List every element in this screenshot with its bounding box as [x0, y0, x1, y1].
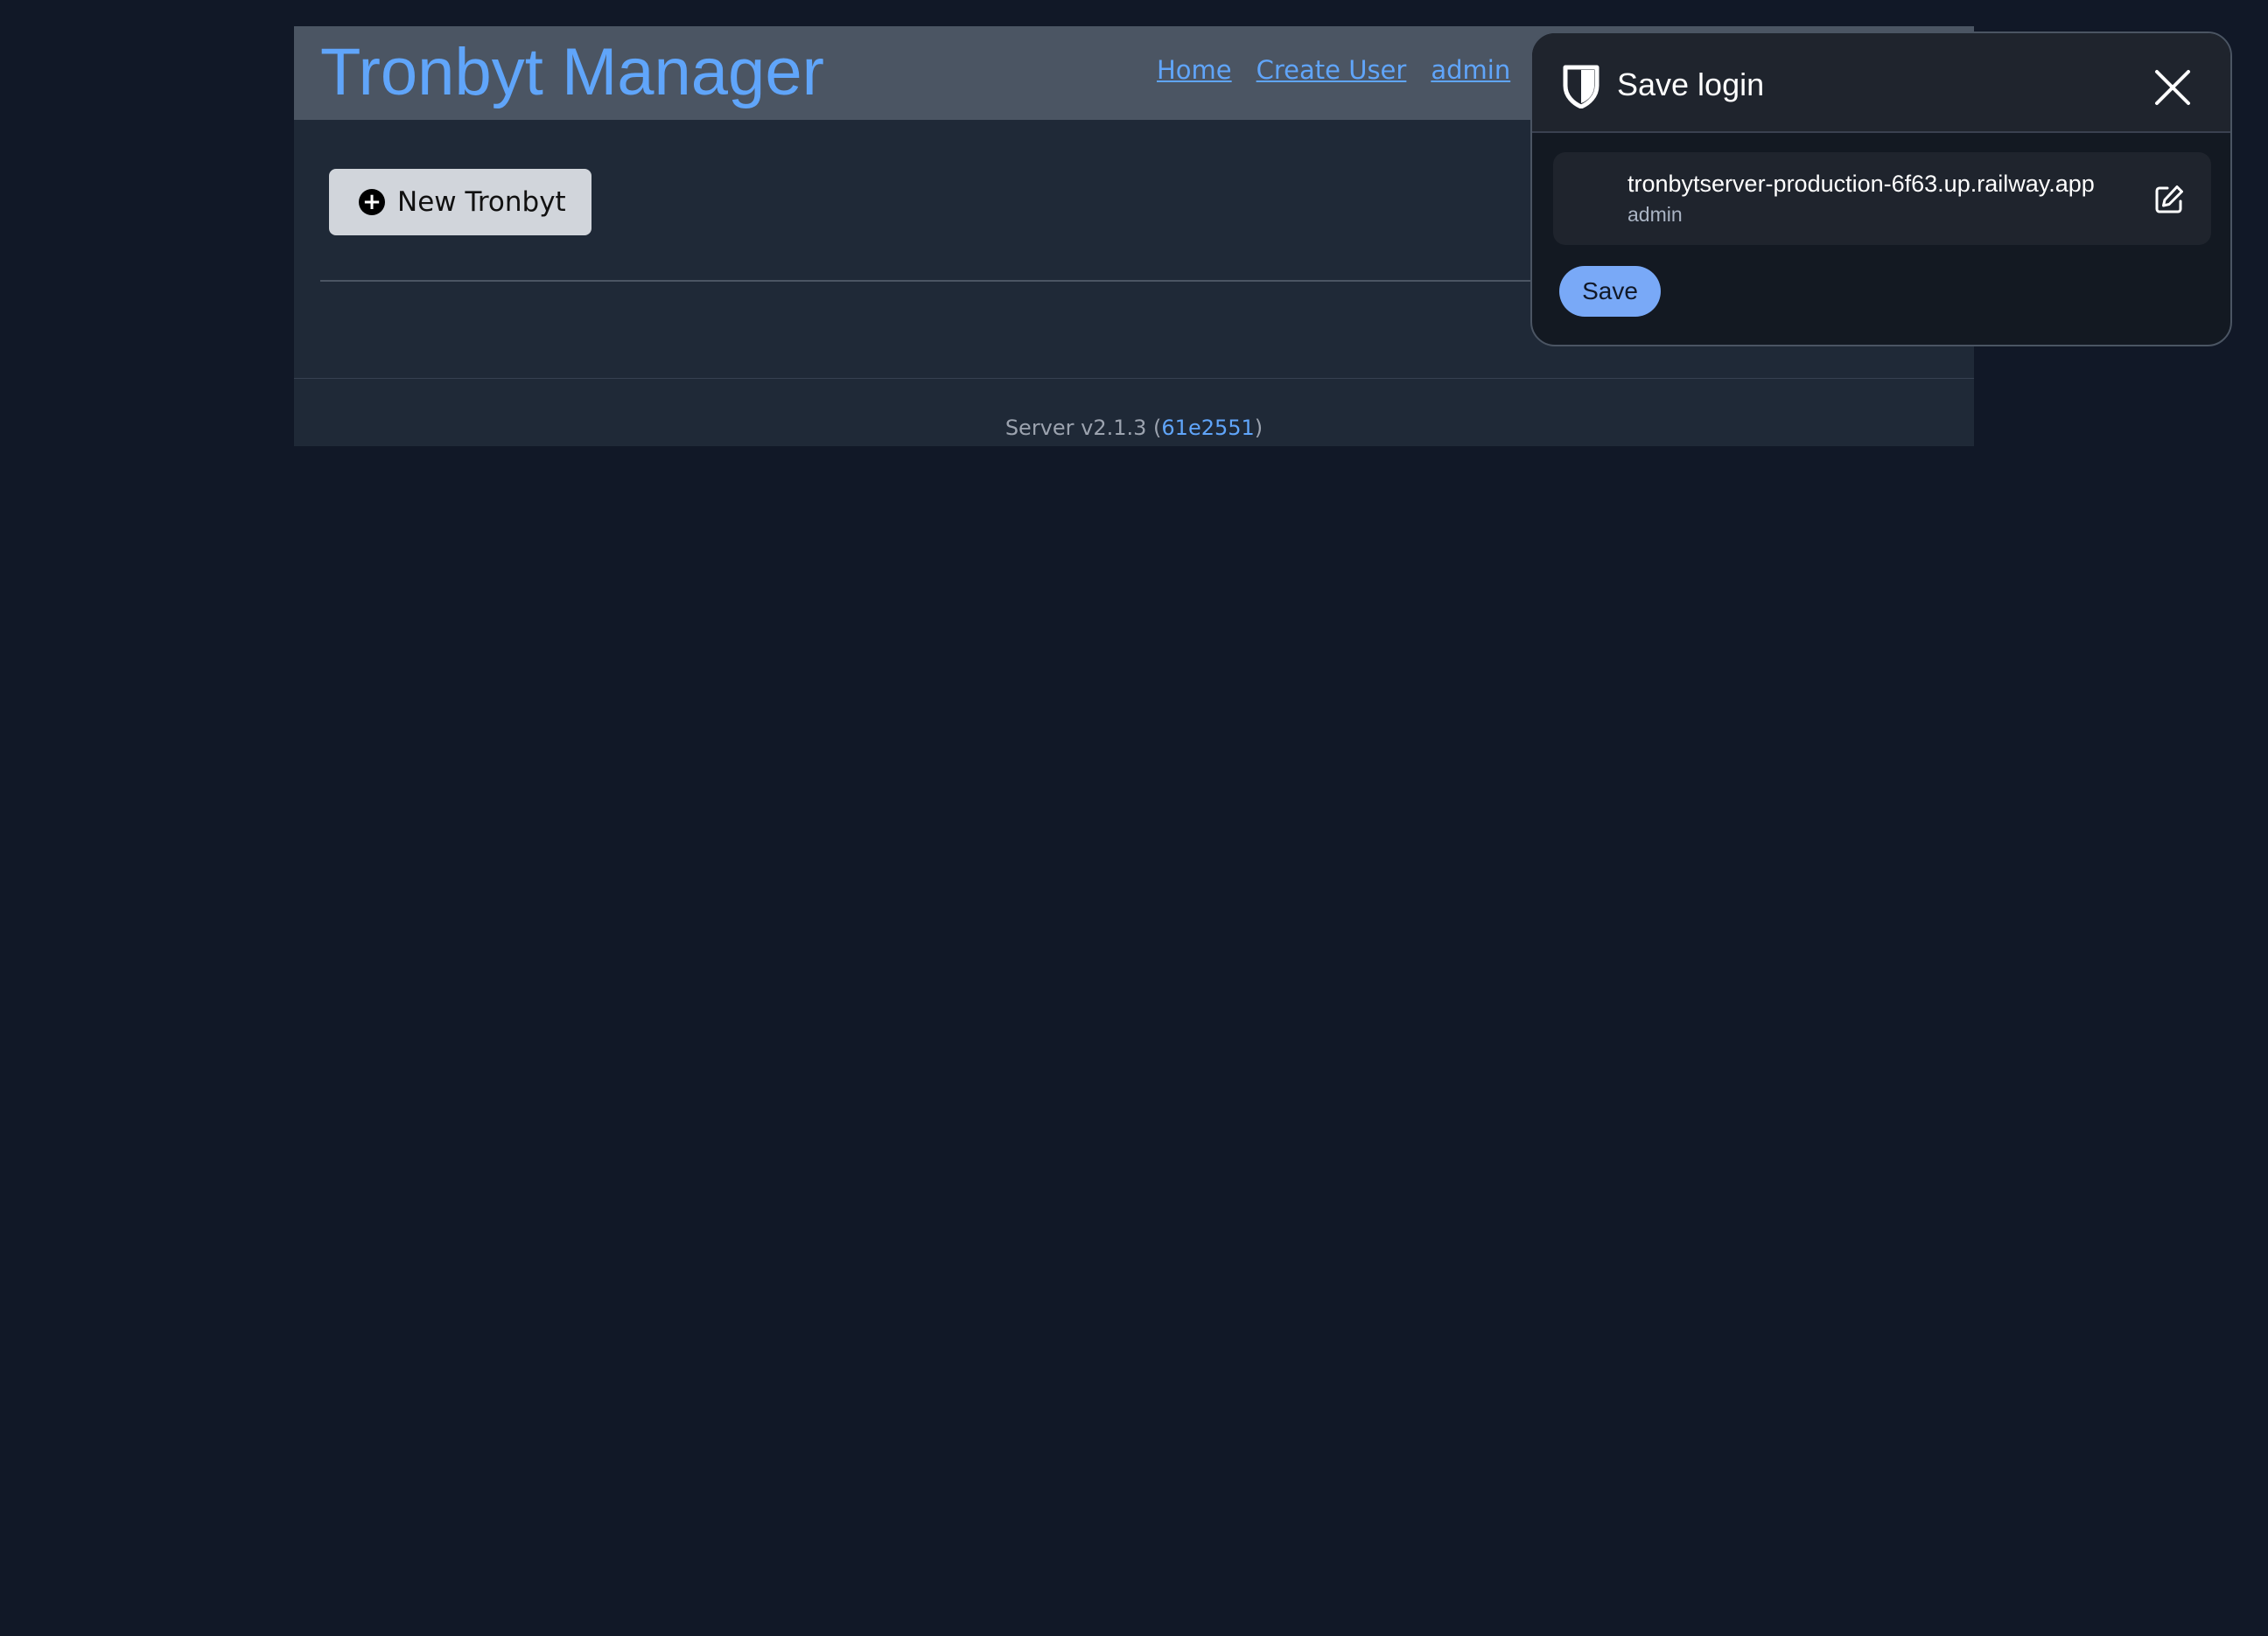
- new-tronbyt-button[interactable]: + New Tronbyt: [329, 169, 592, 235]
- login-item: tronbytserver-production-6f63.up.railway…: [1553, 152, 2211, 245]
- popup-title: Save login: [1617, 66, 1765, 102]
- footer-suffix: ): [1254, 416, 1264, 440]
- main-nav: Home Create User admin: [1157, 52, 1535, 87]
- commit-link[interactable]: 61e2551: [1161, 416, 1254, 440]
- login-site: tronbytserver-production-6f63.up.railway…: [1628, 171, 2095, 197]
- site-title: Tronbyt Manager: [320, 35, 824, 109]
- plus-circle-icon: +: [359, 189, 385, 215]
- footer: Server v2.1.3 (61e2551): [294, 415, 1974, 441]
- close-icon[interactable]: [2152, 66, 2194, 108]
- save-button[interactable]: Save: [1559, 266, 1661, 317]
- edit-icon[interactable]: [2153, 184, 2185, 215]
- nav-link-home[interactable]: Home: [1157, 55, 1232, 85]
- server-version: Server v2.1.3 (: [1004, 416, 1162, 440]
- footer-divider: [294, 378, 1974, 379]
- nav-link-user[interactable]: admin: [1431, 55, 1510, 85]
- new-tronbyt-label: New Tronbyt: [397, 186, 566, 218]
- nav-link-create-user[interactable]: Create User: [1256, 55, 1407, 85]
- login-username: admin: [1628, 203, 1683, 226]
- save-login-popup: Save login tronbytserver-production-6f63…: [1530, 31, 2232, 346]
- popup-header: Save login: [1532, 33, 2230, 133]
- shield-icon: [1563, 65, 1600, 108]
